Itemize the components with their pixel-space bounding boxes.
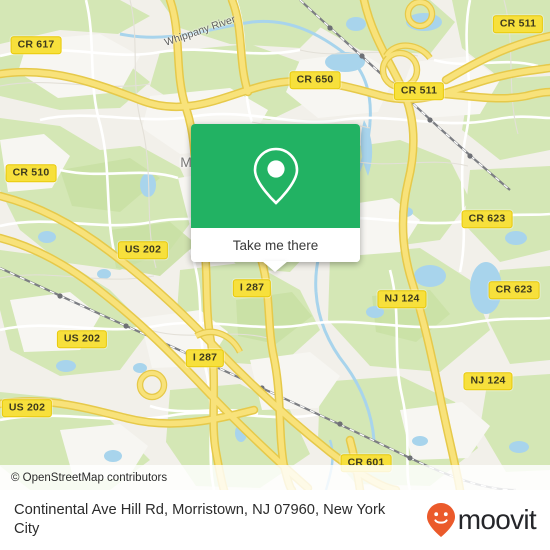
road-shield-cr-511-ne[interactable]: CR 511 xyxy=(492,15,544,33)
road-shield-cr-617[interactable]: CR 617 xyxy=(10,36,62,54)
road-shield-i-287[interactable]: I 287 xyxy=(232,279,272,297)
road-shield-i-287-sw[interactable]: I 287 xyxy=(185,349,225,367)
road-shield-cr-623[interactable]: CR 623 xyxy=(461,210,513,228)
moovit-logo[interactable]: moovit xyxy=(426,502,537,538)
footer-bar: Continental Ave Hill Rd, Morristown, NJ … xyxy=(0,490,550,550)
road-shield-us-202-w[interactable]: US 202 xyxy=(1,399,53,417)
road-shield-cr-650[interactable]: CR 650 xyxy=(289,71,341,89)
take-me-there-button[interactable]: Take me there xyxy=(233,238,319,253)
road-shield-nj-124[interactable]: NJ 124 xyxy=(377,290,427,308)
road-shield-cr-623-s[interactable]: CR 623 xyxy=(488,281,540,299)
popup-card-header xyxy=(191,124,360,228)
map-pin-icon xyxy=(253,147,298,205)
map-attribution-bar: © OpenStreetMap contributors xyxy=(0,465,550,490)
moovit-wordmark: moovit xyxy=(457,504,537,535)
moovit-map-screen: Whippany River Mo CR 617 CR 650 CR 511 C… xyxy=(0,0,550,550)
road-shield-cr-511[interactable]: CR 511 xyxy=(393,82,445,100)
popup-card-footer[interactable]: Take me there xyxy=(191,228,360,262)
road-shield-us-202[interactable]: US 202 xyxy=(117,241,169,259)
popup-card-pointer xyxy=(262,261,288,272)
address-text: Continental Ave Hill Rd, Morristown, NJ … xyxy=(14,501,386,537)
road-shield-nj-124-se[interactable]: NJ 124 xyxy=(463,372,513,390)
moovit-smiley-pin-icon xyxy=(426,503,455,537)
road-shield-us-202-sw[interactable]: US 202 xyxy=(56,330,108,348)
road-shield-cr-510[interactable]: CR 510 xyxy=(5,164,57,182)
location-popup-card[interactable]: Take me there xyxy=(191,124,360,262)
osm-attribution-text[interactable]: © OpenStreetMap contributors xyxy=(0,472,167,484)
